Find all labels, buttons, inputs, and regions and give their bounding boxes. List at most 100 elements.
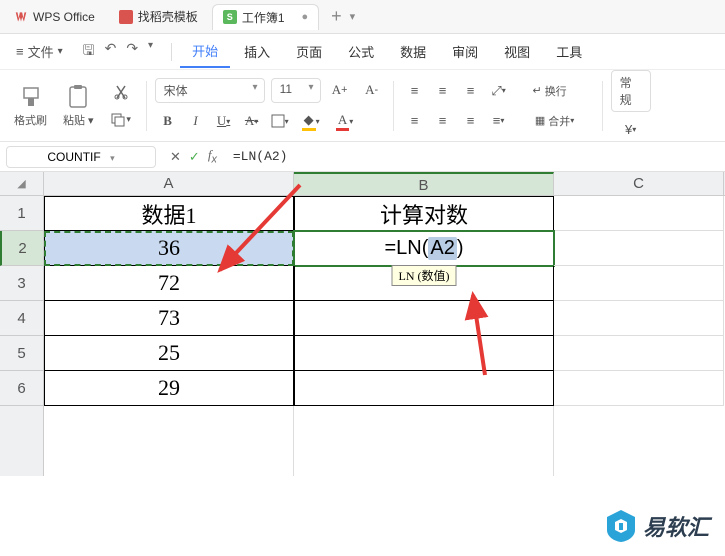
menu-formula[interactable]: 公式 <box>336 36 386 67</box>
font-color-button[interactable]: A ▾ <box>329 109 361 133</box>
border-icon <box>271 114 285 128</box>
row-4: 4 73 <box>0 301 725 336</box>
cell-c5[interactable] <box>554 336 724 371</box>
undo-icon[interactable]: ↶ <box>105 40 117 64</box>
save-icon[interactable]: 🖫 <box>83 40 95 64</box>
formula-bar-buttons: ✕ ✓ fx <box>162 147 225 166</box>
menu-tools[interactable]: 工具 <box>544 36 594 67</box>
align-bottom-button[interactable]: ≡ <box>458 79 484 103</box>
redo-icon[interactable]: ↷ <box>126 40 138 64</box>
cell-a5[interactable]: 25 <box>44 336 294 371</box>
row-header-2[interactable]: 2 <box>0 231 44 266</box>
formula-input[interactable]: =LN(A2) <box>225 149 725 164</box>
cell-a6[interactable]: 29 <box>44 371 294 406</box>
cell-c3[interactable] <box>554 266 724 301</box>
tab-wps-office[interactable]: WPS Office <box>4 6 105 28</box>
col-header-a[interactable]: A <box>44 172 294 195</box>
cell-b7[interactable] <box>294 406 554 476</box>
paste-icon <box>67 84 89 110</box>
cell-a1[interactable]: 数据1 <box>44 196 294 231</box>
separator <box>171 43 172 61</box>
tab-label: 找稻壳模板 <box>138 8 198 25</box>
strikethrough-button[interactable]: A ▾ <box>239 109 265 133</box>
menu-review[interactable]: 审阅 <box>440 36 490 67</box>
menu-start[interactable]: 开始 <box>180 35 230 68</box>
confirm-icon[interactable]: ✓ <box>189 149 200 165</box>
cancel-icon[interactable]: ✕ <box>170 149 181 165</box>
wrap-text-button[interactable]: ↵换行 <box>520 79 580 103</box>
qa-chevron-icon[interactable]: ▾ <box>148 40 153 64</box>
cell-b6[interactable] <box>294 371 554 406</box>
tab-menu-icon[interactable]: ▾ <box>350 10 356 23</box>
menu-bar: ≡ 文件 ▾ 🖫 ↶ ↷ ▾ 开始 插入 页面 公式 数据 审阅 视图 工具 <box>0 34 725 70</box>
align-left-button[interactable]: ≡ <box>402 109 428 133</box>
menu-page[interactable]: 页面 <box>284 36 334 67</box>
row-2: 2 36 =LN(A2) LN (数值) <box>0 231 725 266</box>
row-header-3[interactable]: 3 <box>0 266 44 301</box>
formula-prefix: =LN( <box>384 237 428 260</box>
row-header-1[interactable]: 1 <box>0 196 44 231</box>
tab-close-icon[interactable]: ● <box>302 11 309 23</box>
row-header-4[interactable]: 4 <box>0 301 44 336</box>
row-header-7[interactable] <box>0 406 44 476</box>
align-right-button[interactable]: ≡ <box>458 109 484 133</box>
decrease-font-button[interactable]: A- <box>359 78 385 102</box>
cell-c6[interactable] <box>554 371 724 406</box>
format-brush-group[interactable]: 格式刷 <box>8 82 53 130</box>
cell-b2[interactable]: =LN(A2) LN (数值) <box>294 231 554 266</box>
row-header-6[interactable]: 6 <box>0 371 44 406</box>
cell-c7[interactable] <box>554 406 724 476</box>
fill-color-button[interactable]: ◆ ▾ <box>295 109 327 133</box>
cell-c4[interactable] <box>554 301 724 336</box>
col-header-b[interactable]: B <box>294 172 554 195</box>
italic-button[interactable]: I <box>183 109 209 133</box>
select-all-corner[interactable]: ◢ <box>0 172 44 195</box>
font-size-select[interactable]: 11▾ <box>271 78 321 103</box>
tab-label: WPS Office <box>33 10 95 24</box>
sheet-icon: S <box>223 10 237 24</box>
bold-button[interactable]: B <box>155 109 181 133</box>
cell-c1[interactable] <box>554 196 724 231</box>
new-tab-button[interactable]: + <box>331 6 342 27</box>
cell-a3[interactable]: 72 <box>44 266 294 301</box>
row-1: 1 数据1 计算对数 <box>0 196 725 231</box>
cell-b5[interactable] <box>294 336 554 371</box>
row-header-5[interactable]: 5 <box>0 336 44 371</box>
format-brush-label: 格式刷 <box>14 112 47 128</box>
tab-workbook[interactable]: S 工作簿1 ● <box>212 4 319 30</box>
currency-button[interactable]: ¥ ▾ <box>611 118 651 142</box>
border-button[interactable]: ▾ <box>267 109 293 133</box>
align-middle-button[interactable]: ≡ <box>430 79 456 103</box>
tab-template[interactable]: 找稻壳模板 <box>109 4 208 29</box>
number-format-select[interactable]: 常规 <box>611 70 651 112</box>
indent-button[interactable]: ≡ ▾ <box>486 109 512 133</box>
increase-font-button[interactable]: A+ <box>327 78 353 102</box>
paste-group[interactable]: 粘贴 ▾ <box>57 82 100 130</box>
watermark-icon <box>605 508 637 544</box>
toolbar-ribbon: 格式刷 粘贴 ▾ ▾ 宋体▾ 11▾ A+ A- B I U ▾ A ▾ ▾ ◆… <box>0 70 725 142</box>
align-top-button[interactable]: ≡ <box>402 79 428 103</box>
name-box[interactable]: COUNTIF ▾ <box>6 146 156 168</box>
scissors-icon <box>113 84 129 100</box>
cell-a2[interactable]: 36 <box>44 231 294 266</box>
underline-button[interactable]: U ▾ <box>211 109 237 133</box>
fx-icon[interactable]: fx <box>208 147 217 166</box>
wps-logo-icon <box>14 10 28 24</box>
merge-cells-button[interactable]: ▦合并 ▾ <box>520 109 590 133</box>
cell-b4[interactable] <box>294 301 554 336</box>
align-center-button[interactable]: ≡ <box>430 109 456 133</box>
cell-a4[interactable]: 73 <box>44 301 294 336</box>
cut-button[interactable] <box>108 80 134 104</box>
file-menu[interactable]: ≡ 文件 ▾ <box>8 38 71 65</box>
menu-insert[interactable]: 插入 <box>232 36 282 67</box>
menu-view[interactable]: 视图 <box>492 36 542 67</box>
orientation-button[interactable]: ⤢ ▾ <box>486 79 512 103</box>
copy-button[interactable]: ▾ <box>108 108 134 132</box>
menu-data[interactable]: 数据 <box>388 36 438 67</box>
separator <box>146 81 147 131</box>
col-header-c[interactable]: C <box>554 172 724 195</box>
cell-b1[interactable]: 计算对数 <box>294 196 554 231</box>
font-name-select[interactable]: 宋体▾ <box>155 78 265 103</box>
cell-c2[interactable] <box>554 231 724 266</box>
cell-a7[interactable] <box>44 406 294 476</box>
